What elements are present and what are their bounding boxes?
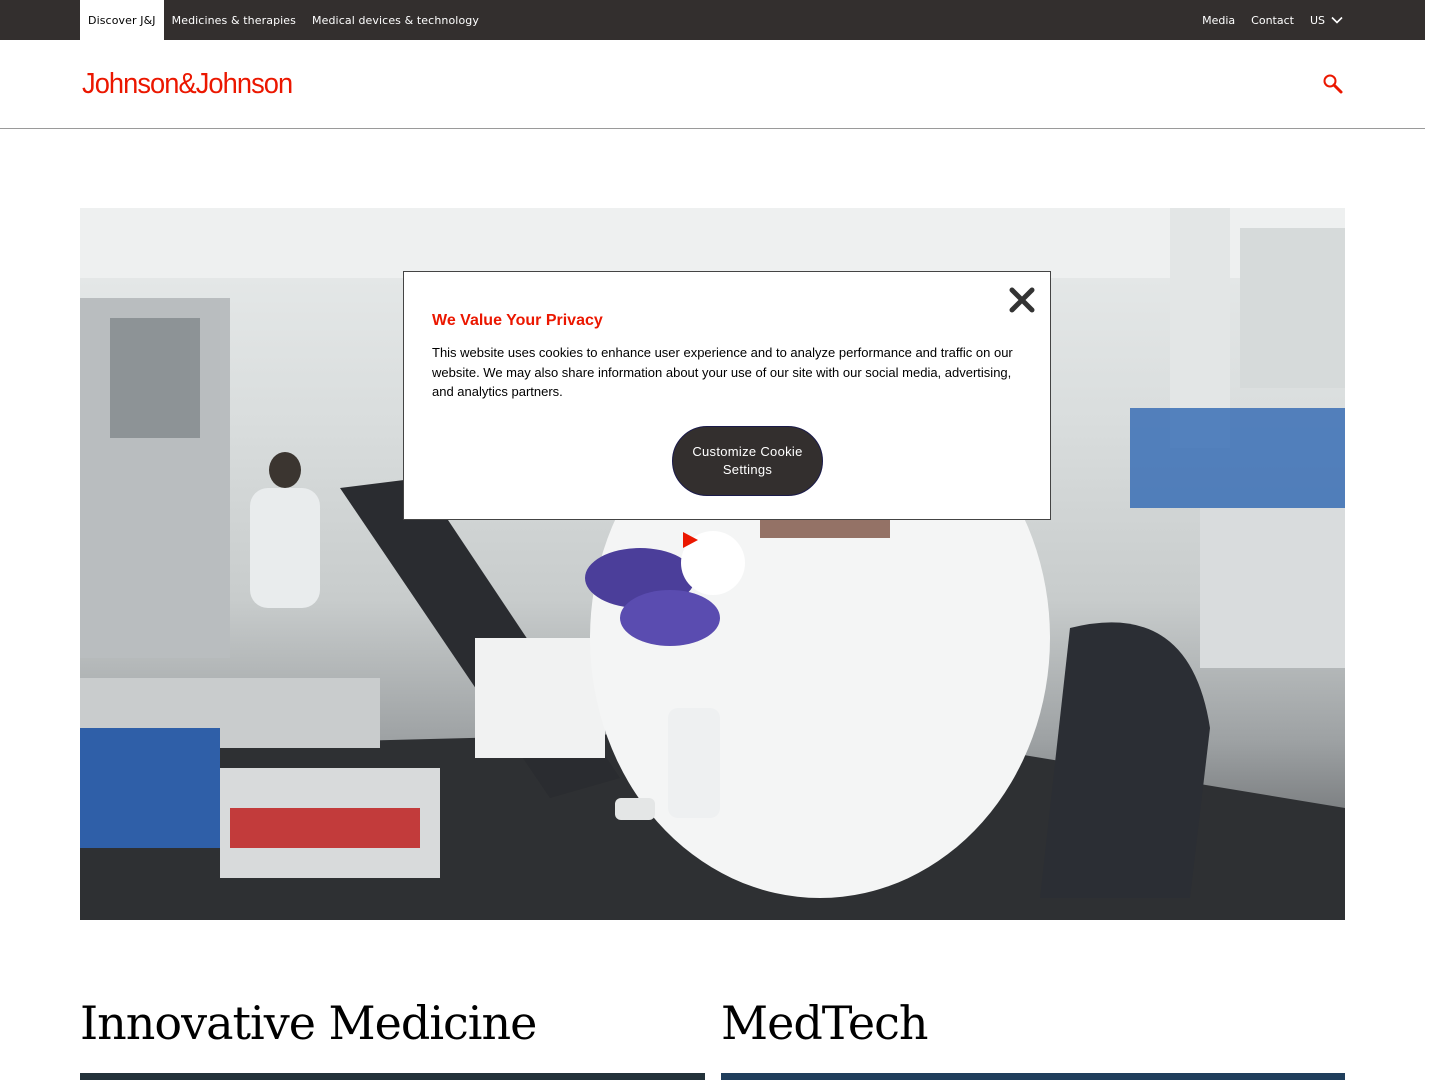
search-icon[interactable] bbox=[1322, 73, 1344, 95]
play-button[interactable] bbox=[681, 531, 745, 595]
media-link[interactable]: Media bbox=[1202, 14, 1235, 27]
contact-link[interactable]: Contact bbox=[1251, 14, 1294, 27]
medtech-image[interactable] bbox=[721, 1073, 1345, 1080]
cookie-consent-dialog: We Value Your Privacy This website uses … bbox=[403, 271, 1051, 520]
tab-discover-jnj[interactable]: Discover J&J bbox=[80, 0, 164, 40]
play-icon bbox=[683, 532, 698, 548]
tab-medical-devices[interactable]: Medical devices & technology bbox=[304, 0, 487, 40]
cookie-title: We Value Your Privacy bbox=[432, 312, 603, 329]
section-title-medtech: MedTech bbox=[721, 996, 928, 1050]
utility-tabs: Discover J&J Medicines & therapies Medic… bbox=[80, 0, 487, 40]
customize-cookie-settings-button[interactable]: Customize Cookie Settings bbox=[672, 426, 823, 496]
site-header: Johnson&Johnson bbox=[0, 40, 1425, 129]
close-icon[interactable] bbox=[1004, 282, 1040, 318]
utility-bar: Discover J&J Medicines & therapies Medic… bbox=[0, 0, 1425, 40]
tab-medicines-therapies[interactable]: Medicines & therapies bbox=[164, 0, 304, 40]
cookie-description: This website uses cookies to enhance use… bbox=[432, 345, 1013, 399]
chevron-down-icon bbox=[1331, 16, 1343, 24]
brand-logo[interactable]: Johnson&Johnson bbox=[82, 68, 293, 101]
innovative-medicine-image[interactable] bbox=[80, 1073, 705, 1080]
utility-links: Media Contact US bbox=[1186, 0, 1343, 40]
region-selector[interactable]: US bbox=[1310, 14, 1343, 27]
region-label: US bbox=[1309, 13, 1325, 27]
section-title-innovative-medicine: Innovative Medicine bbox=[80, 996, 537, 1050]
